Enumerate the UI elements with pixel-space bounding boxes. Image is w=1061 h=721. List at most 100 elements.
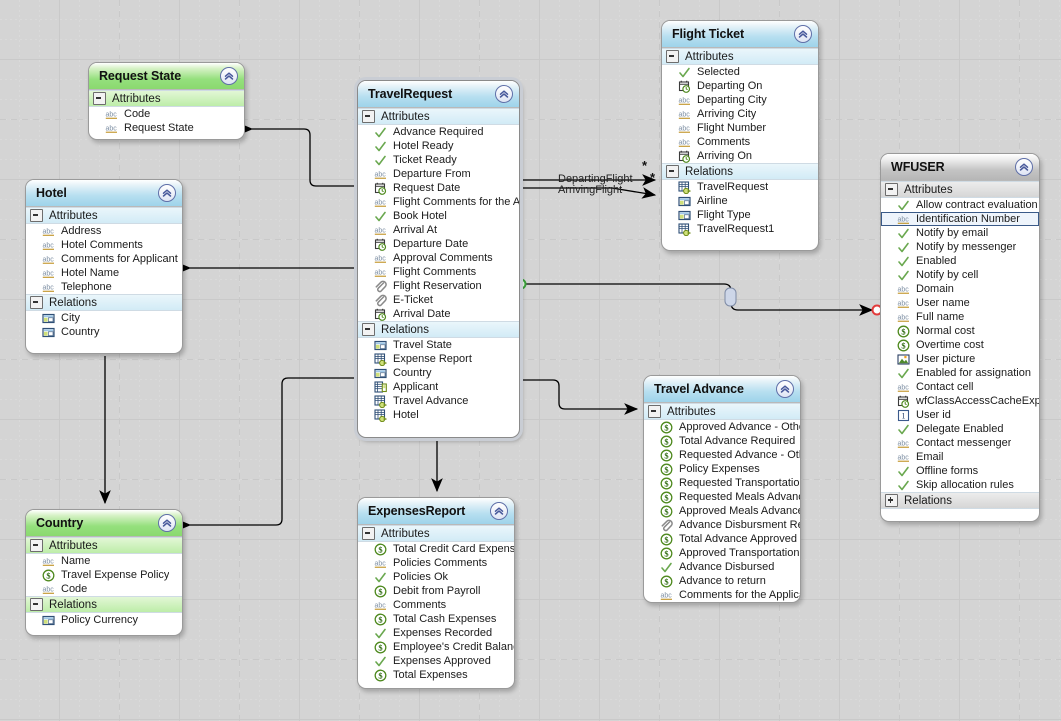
attribute-row[interactable]: abc User name [881, 296, 1039, 310]
attribute-row[interactable]: Enabled for assignation [881, 366, 1039, 380]
collapse-icon[interactable] [220, 67, 238, 85]
minus-icon[interactable] [666, 165, 679, 178]
attribute-row[interactable]: Advance Required [358, 125, 519, 139]
connector-travelrequest-traveladvance[interactable] [522, 379, 639, 415]
connector-handle[interactable] [724, 287, 737, 307]
minus-icon[interactable] [666, 50, 679, 63]
group-header-attributes[interactable]: Attributes [662, 48, 818, 65]
attribute-row[interactable]: abc Name [26, 554, 182, 568]
attribute-row[interactable]: abc Departing City [662, 93, 818, 107]
attribute-row[interactable]: abc Hotel Comments [26, 238, 182, 252]
attribute-row[interactable]: abc Flight Comments for the Applicant [358, 195, 520, 209]
attribute-row[interactable]: City [26, 311, 182, 325]
entity-country[interactable]: Country Attributes abc Name $ Travel Expense … [25, 509, 183, 636]
group-header-attributes[interactable]: Attributes [881, 181, 1039, 198]
attribute-row[interactable]: abc Flight Comments [358, 265, 519, 279]
minus-icon[interactable] [362, 110, 375, 123]
attribute-row[interactable]: Country [358, 366, 519, 380]
attribute-row[interactable]: Request Date [358, 181, 519, 195]
attribute-row[interactable]: Policies Ok [358, 570, 514, 584]
attribute-row[interactable]: E-Ticket [358, 293, 519, 307]
attribute-row[interactable]: $ Policy Expenses [644, 462, 800, 476]
collapse-icon[interactable] [495, 85, 513, 103]
attribute-row[interactable]: $ Debit from Payroll [358, 584, 514, 598]
attribute-row[interactable]: Book Hotel [358, 209, 519, 223]
attribute-row[interactable]: $ Normal cost [881, 324, 1039, 338]
attribute-row[interactable]: Flight Reservation [358, 279, 519, 293]
collapse-icon[interactable] [490, 502, 508, 520]
collapse-icon[interactable] [794, 25, 812, 43]
attribute-row[interactable]: $ Total Advance Required [644, 434, 800, 448]
attribute-row[interactable]: 1 User id [881, 408, 1039, 422]
attribute-row[interactable]: abc Comments for Applicant [26, 252, 182, 266]
attribute-row[interactable]: $ Overtime cost [881, 338, 1039, 352]
attribute-row[interactable]: Skip allocation rules [881, 478, 1039, 492]
group-header-attributes[interactable]: Attributes [26, 537, 182, 554]
collapse-icon[interactable] [158, 184, 176, 202]
minus-icon[interactable] [362, 527, 375, 540]
entity-header-country[interactable]: Country [26, 510, 182, 537]
attribute-row[interactable]: Country [26, 325, 182, 339]
attribute-row[interactable]: Arriving On [662, 149, 818, 163]
entity-travel-advance[interactable]: Travel Advance Attributes $ Approved Advanc… [643, 375, 801, 603]
attribute-row[interactable]: abc Hotel Name [26, 266, 182, 280]
attribute-row[interactable]: Airline [662, 194, 818, 208]
entity-request-state[interactable]: Request State Attributes abc Code abc Request… [88, 62, 245, 140]
attribute-row[interactable]: Notify by cell [881, 268, 1039, 282]
entity-header-request-state[interactable]: Request State [89, 63, 244, 90]
connector-travelrequest-country[interactable] [177, 377, 357, 531]
attribute-row[interactable]: wfClassAccessCacheExpiry [881, 394, 1039, 408]
minus-icon[interactable] [885, 183, 898, 196]
group-header-relations[interactable]: Relations [881, 492, 1039, 509]
attribute-row[interactable]: abc Address [26, 224, 182, 238]
attribute-row[interactable]: abc Arrival At [358, 223, 519, 237]
attribute-row[interactable]: Advance Disbursed [644, 560, 800, 574]
minus-icon[interactable] [93, 92, 106, 105]
attribute-row[interactable]: $ Employee's Credit Balance [358, 640, 514, 654]
attribute-row[interactable]: Allow contract evaluation [881, 198, 1039, 212]
minus-icon[interactable] [648, 405, 661, 418]
attribute-row[interactable]: abc Comments [662, 135, 818, 149]
attribute-row[interactable]: Expenses Approved [358, 654, 514, 668]
entity-header-travel-request[interactable]: TravelRequest [358, 81, 519, 108]
entity-travel-request[interactable]: TravelRequest Attributes Advance Required H… [357, 80, 520, 438]
attribute-row[interactable]: Ticket Ready [358, 153, 519, 167]
attribute-row[interactable]: Notify by email [881, 226, 1039, 240]
entity-flight-ticket[interactable]: Flight Ticket Attributes Selected Departing… [661, 20, 819, 251]
attribute-row[interactable]: $ Total Cash Expenses [358, 612, 514, 626]
attribute-row[interactable]: abc Departure From [358, 167, 519, 181]
attribute-row[interactable]: $ Approved Advance - Others [644, 420, 800, 434]
attribute-row[interactable]: $ Total Advance Approved [644, 532, 800, 546]
attribute-row[interactable]: $ Total Credit Card Expenses [358, 542, 514, 556]
attribute-row[interactable]: Notify by messenger [881, 240, 1039, 254]
entity-header-hotel[interactable]: Hotel [26, 180, 182, 207]
attribute-row[interactable]: abc Telephone [26, 280, 182, 294]
minus-icon[interactable] [30, 539, 43, 552]
attribute-row[interactable]: abc Comments for the Applicant [644, 588, 801, 602]
attribute-row[interactable]: Departure Date [358, 237, 519, 251]
connector-applicant-wfuser[interactable] [522, 283, 883, 316]
attribute-row[interactable]: abc Domain [881, 282, 1039, 296]
minus-icon[interactable] [30, 598, 43, 611]
attribute-row[interactable]: Expenses Recorded [358, 626, 514, 640]
group-header-attributes[interactable]: Attributes [358, 108, 519, 125]
attribute-row[interactable]: Travel Advance [358, 394, 519, 408]
attribute-row[interactable]: TravelRequest [662, 180, 818, 194]
attribute-row[interactable]: $ Advance to return [644, 574, 800, 588]
attribute-row[interactable]: $ Total Expenses [358, 668, 514, 682]
attribute-row[interactable]: abc Request State [89, 121, 244, 135]
attribute-row[interactable]: abc Identification Number [881, 212, 1039, 226]
attribute-row[interactable]: abc Full name [881, 310, 1039, 324]
attribute-row[interactable]: Departing On [662, 79, 818, 93]
attribute-row[interactable]: abc Policies Comments [358, 556, 514, 570]
attribute-row[interactable]: Expense Report [358, 352, 519, 366]
entity-header-flight-ticket[interactable]: Flight Ticket [662, 21, 818, 48]
group-header-relations[interactable]: Relations [662, 163, 818, 180]
attribute-row[interactable]: Policy Currency [26, 613, 182, 627]
attribute-row[interactable]: Flight Type [662, 208, 818, 222]
attribute-row[interactable]: $ Requested Transportation Advance [644, 476, 800, 490]
entity-wfuser[interactable]: WFUSER Attributes Allow contract evaluatio… [880, 153, 1040, 522]
attribute-row[interactable]: abc Email [881, 450, 1039, 464]
entity-header-travel-advance[interactable]: Travel Advance [644, 376, 800, 403]
diagram-canvas[interactable]: DepartingFlight ArrivingFlight * * Reque… [0, 0, 1061, 721]
